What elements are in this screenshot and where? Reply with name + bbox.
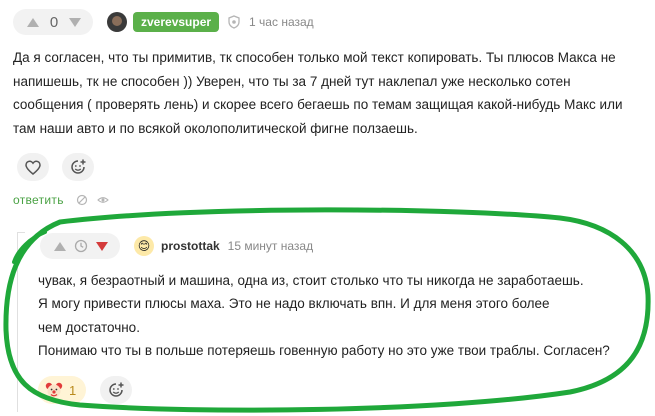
vote-box [40,233,120,259]
heart-icon [25,159,41,175]
comment-1-header: 0 zverevsuper 1 час назад [13,9,314,35]
comment-time: 15 минут назад [227,239,314,253]
avatar[interactable] [107,12,127,32]
comment-2-header: 😊 prostottak 15 минут назад [40,233,313,259]
add-reaction-icon [109,382,124,397]
avatar[interactable]: 😊 [134,236,154,256]
comment-time: 1 час назад [249,15,314,29]
like-button[interactable] [17,153,49,181]
reaction-count: 1 [69,382,77,398]
score: 0 [49,13,59,31]
hide-icon[interactable] [76,194,88,206]
downvote-icon[interactable] [69,17,81,27]
shield-icon [228,15,240,29]
thread-branch [17,232,25,233]
reply-row: ответить [13,193,109,207]
upvote-icon[interactable] [54,241,66,251]
comment-1: 0 zverevsuper 1 час назад Да я согласен,… [0,0,655,215]
avatar-emoji-icon: 😊 [137,239,151,253]
reply-link[interactable]: ответить [13,193,64,207]
comment-line: Понимаю что ты в польше потеряешь говенн… [38,342,610,358]
add-reaction-button[interactable] [100,376,132,404]
username[interactable]: prostottak [161,239,220,253]
eye-icon[interactable] [96,194,109,206]
vote-box: 0 [13,9,93,35]
comment-line: чувак, я безраотный и машина, одна из, с… [38,273,584,288]
thread-line[interactable] [17,232,18,412]
username-badge[interactable]: zverevsuper [133,12,220,32]
comment-text: Да я согласен, что ты примитив, тк спосо… [13,50,623,136]
clown-reaction-button[interactable]: 1 [38,376,86,404]
add-reaction-button[interactable] [62,153,94,181]
upvote-icon[interactable] [27,17,39,27]
comment-line: чем достаточно. [38,319,140,335]
downvote-icon[interactable] [96,241,108,251]
comment-line: Я могу привести плюсы маха. Это не надо … [38,296,550,312]
clown-emoji-icon [45,382,63,398]
comment-text: чувак, я безраотный и машина, одна из, с… [38,269,648,362]
clock-icon [74,239,88,253]
add-reaction-icon [71,159,86,174]
